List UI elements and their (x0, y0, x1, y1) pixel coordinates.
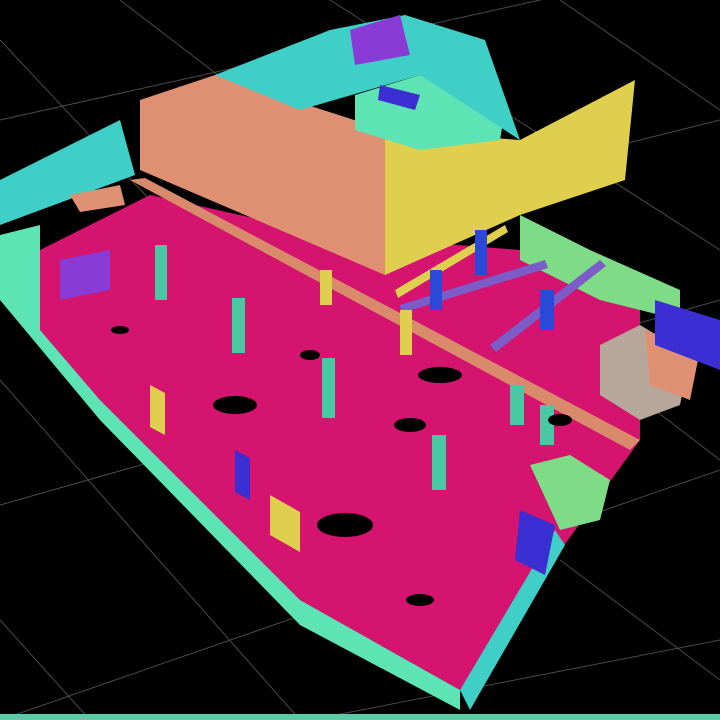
void (394, 418, 426, 432)
viewport-bottom-bar (0, 714, 720, 720)
column-yellow (400, 310, 412, 355)
grid-line (0, 619, 91, 720)
grid-line (559, 0, 720, 111)
void (548, 414, 572, 426)
column-blue (430, 270, 442, 310)
pillar (322, 358, 335, 418)
pillar (155, 245, 167, 300)
semantic-segmentation-scene[interactable] (0, 0, 720, 720)
column-yellow (320, 270, 332, 305)
column-blue (475, 230, 487, 275)
point-cloud-viewport[interactable] (0, 0, 720, 720)
void (213, 396, 257, 414)
void (418, 367, 462, 383)
column-blue (540, 290, 554, 330)
wall-left-segment-yellow (150, 385, 165, 435)
pillar (510, 385, 524, 425)
pillar (232, 298, 245, 353)
grid-line (559, 559, 720, 681)
wall-left-segment-blue (235, 450, 250, 500)
wall-back-left-blue (0, 120, 135, 225)
void (406, 594, 434, 606)
pillar (432, 435, 446, 490)
pillar (540, 405, 554, 445)
void (300, 350, 320, 360)
void (317, 513, 373, 537)
void (111, 326, 129, 334)
